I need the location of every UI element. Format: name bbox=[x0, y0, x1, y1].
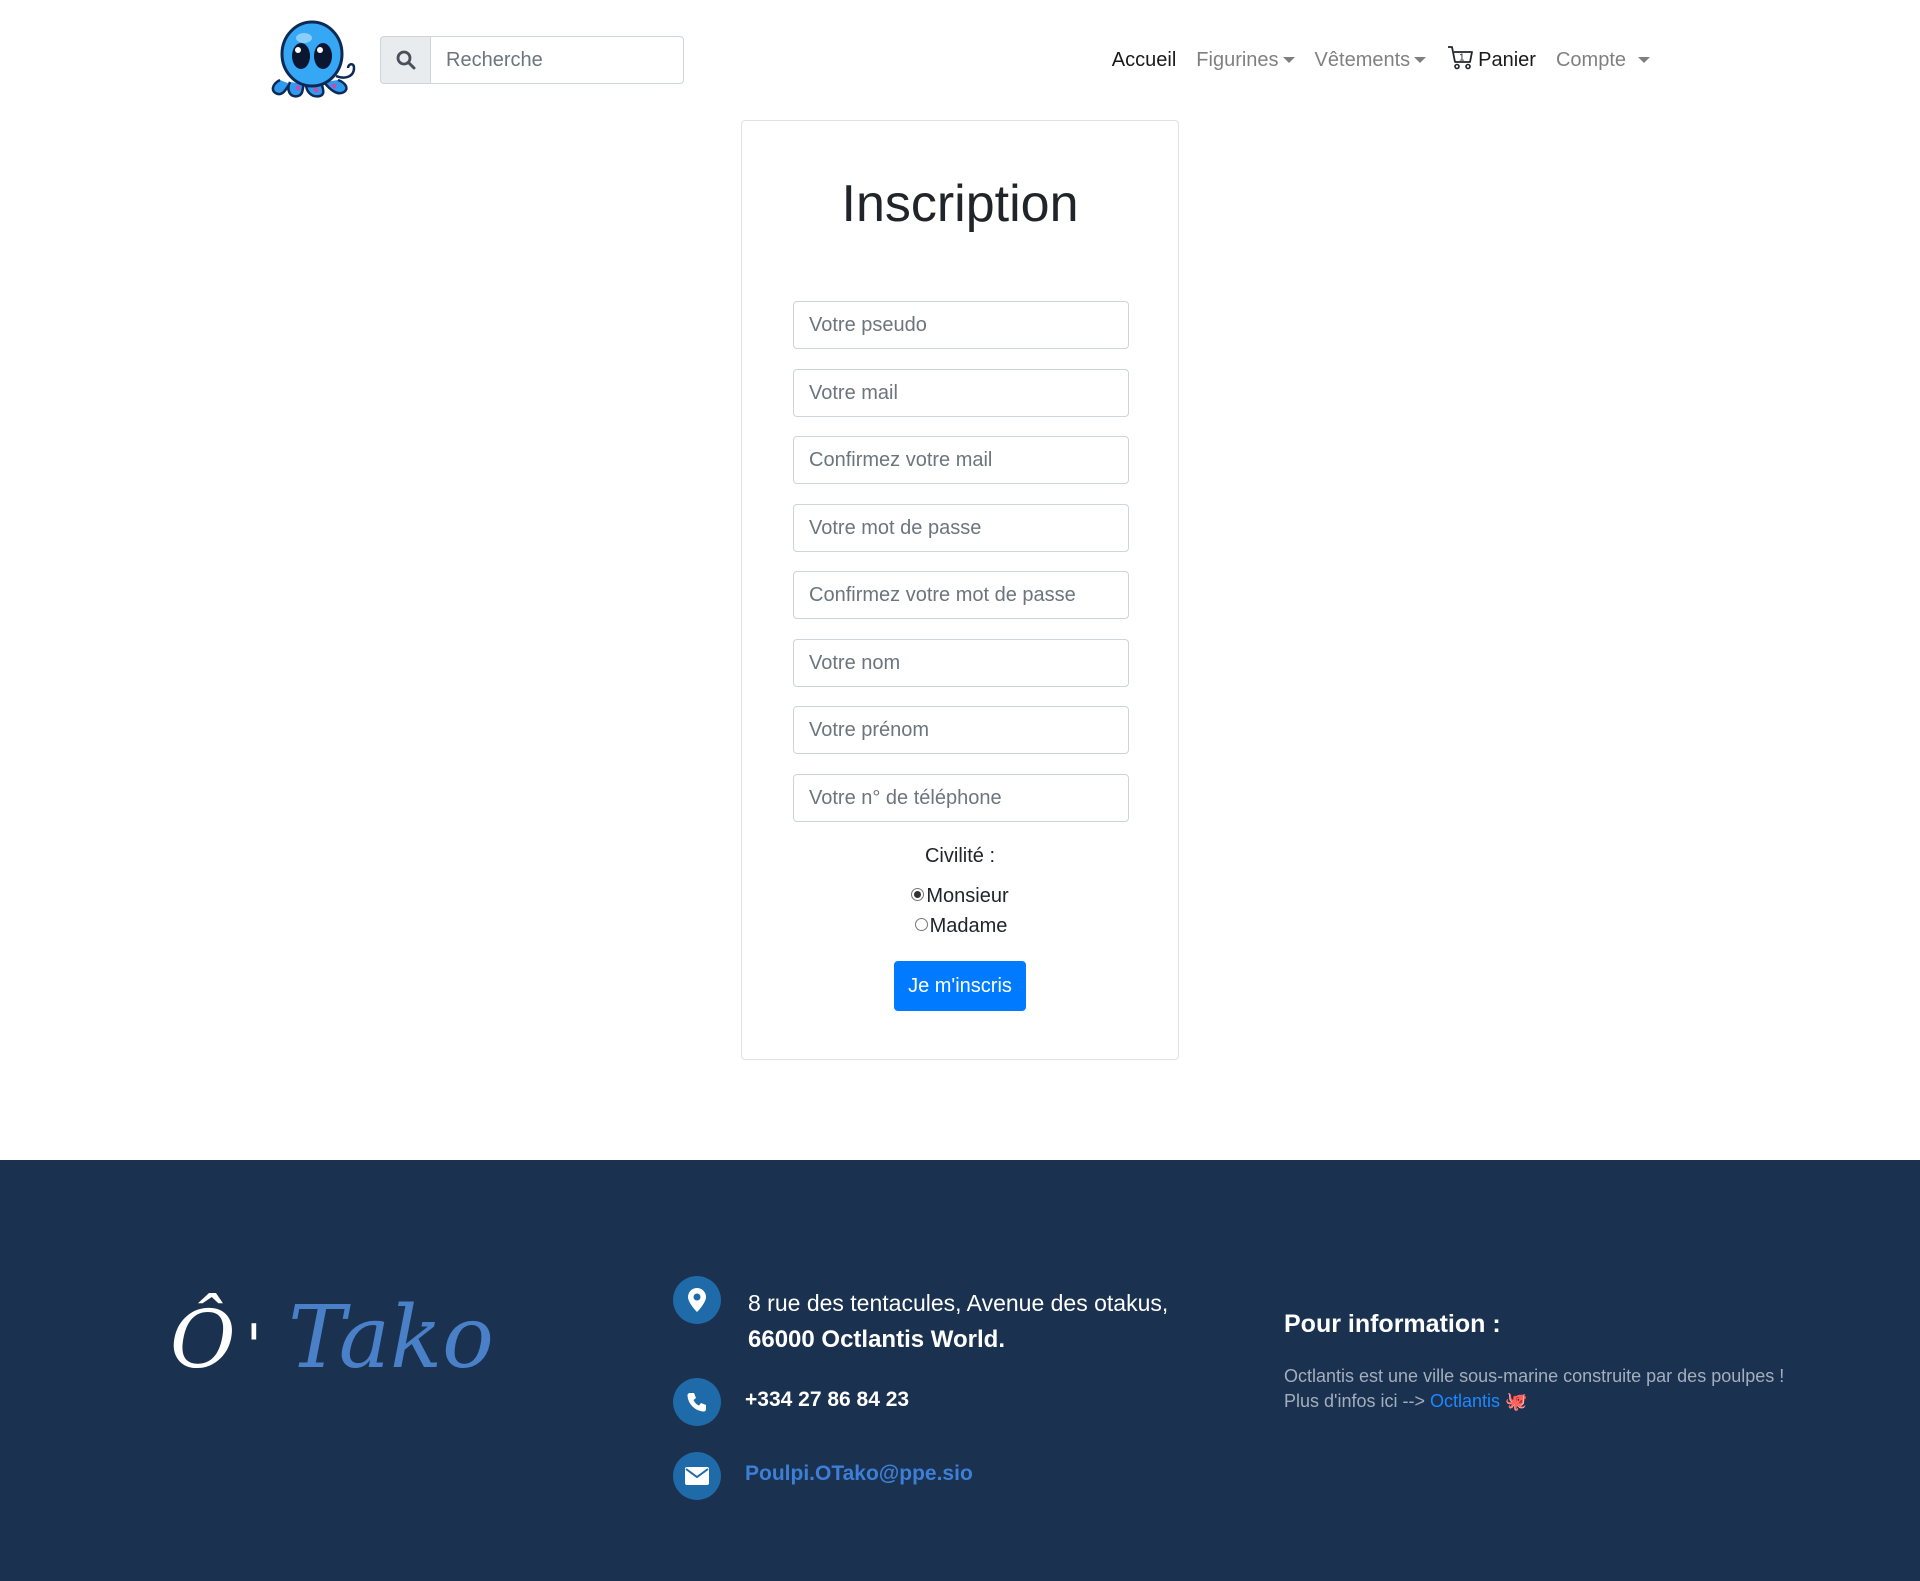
search-input[interactable] bbox=[430, 36, 684, 84]
envelope-icon bbox=[673, 1452, 721, 1500]
pseudo-field[interactable] bbox=[793, 301, 1129, 349]
footer: Ô ' Tako 8 rue des tentacules, Avenue de… bbox=[0, 1160, 1920, 1581]
nav-item-panier[interactable]: 1 Panier bbox=[1436, 43, 1546, 77]
nav-item-accueil[interactable]: Accueil bbox=[1102, 49, 1186, 72]
footer-phone: +334 27 86 84 23 bbox=[745, 1388, 910, 1411]
nav-item-vetements-label: Vêtements bbox=[1314, 48, 1411, 71]
map-marker-icon bbox=[673, 1276, 721, 1324]
nav-menu: Accueil Figurines Vêtements 1 Panier Com… bbox=[1100, 36, 1660, 84]
email-field[interactable] bbox=[793, 369, 1129, 417]
radio-label-monsieur: Monsieur bbox=[926, 885, 1009, 907]
phone-field[interactable] bbox=[793, 774, 1129, 822]
search-icon bbox=[396, 50, 415, 70]
address-line-1: 8 rue des tentacules, Avenue des otakus, bbox=[748, 1290, 1169, 1316]
cart-count: 1 bbox=[1459, 53, 1465, 64]
radio-label-madame: Madame bbox=[929, 915, 1008, 937]
phone-icon bbox=[673, 1378, 721, 1426]
radio-button[interactable] bbox=[914, 918, 928, 931]
nav-item-compte[interactable]: Compte bbox=[1546, 49, 1660, 72]
info-text: Octlantis est une ville sous-marine cons… bbox=[1284, 1364, 1844, 1414]
signup-submit-button[interactable]: Je m'inscris bbox=[894, 961, 1026, 1011]
nav-item-accueil-label: Accueil bbox=[1111, 48, 1177, 71]
nav-item-figurines[interactable]: Figurines bbox=[1186, 49, 1304, 72]
page-title: Inscription bbox=[841, 175, 1079, 233]
footer-email-link[interactable]: Poulpi.OTako@ppe.sio bbox=[745, 1462, 973, 1486]
firstname-field[interactable] bbox=[793, 706, 1129, 754]
civility-label: Civilité : bbox=[924, 845, 995, 867]
nav-item-panier-label: Panier bbox=[1478, 48, 1536, 71]
caret-down-icon bbox=[1282, 57, 1295, 63]
radio-option-monsieur[interactable]: Monsieur bbox=[742, 885, 1178, 908]
caret-down-icon bbox=[1414, 57, 1427, 63]
password-field[interactable] bbox=[793, 504, 1129, 552]
search-group bbox=[380, 36, 684, 84]
email-confirm-field[interactable] bbox=[793, 436, 1129, 484]
caret-down-icon bbox=[1638, 57, 1650, 63]
brand-o: Ô bbox=[170, 1293, 236, 1386]
radio-button-checked[interactable] bbox=[911, 888, 925, 901]
radio-option-madame[interactable]: Madame bbox=[742, 915, 1178, 938]
signup-card: Inscription Civilité : Monsieur Madame J… bbox=[741, 120, 1179, 1060]
brand-logo: Ô ' Tako bbox=[170, 1288, 494, 1388]
info-line-2: Plus d'infos ici --> Octlantis 🐙 bbox=[1284, 1389, 1844, 1414]
lastname-field[interactable] bbox=[793, 639, 1129, 687]
nav-item-vetements[interactable]: Vêtements bbox=[1305, 49, 1437, 72]
address-line-2: 66000 Octlantis World. bbox=[748, 1326, 1005, 1353]
search-button[interactable] bbox=[380, 36, 430, 84]
octopus-emoji-icon: 🐙 bbox=[1505, 1391, 1528, 1411]
octopus-logo[interactable] bbox=[268, 18, 358, 102]
nav-item-figurines-label: Figurines bbox=[1196, 48, 1279, 71]
navbar: Accueil Figurines Vêtements 1 Panier Com… bbox=[0, 0, 1920, 120]
info-line-1: Octlantis est une ville sous-marine cons… bbox=[1284, 1366, 1785, 1386]
nav-item-compte-label: Compte bbox=[1555, 48, 1626, 71]
info-title: Pour information : bbox=[1284, 1310, 1501, 1338]
password-confirm-field[interactable] bbox=[793, 571, 1129, 619]
octlantis-link[interactable]: Octlantis bbox=[1430, 1391, 1500, 1411]
brand-tako: Tako bbox=[288, 1288, 494, 1388]
shopping-cart-icon: 1 bbox=[1446, 43, 1474, 77]
info-line-2-prefix: Plus d'infos ici --> bbox=[1284, 1391, 1430, 1411]
brand-apostrophe: ' bbox=[245, 1312, 263, 1382]
